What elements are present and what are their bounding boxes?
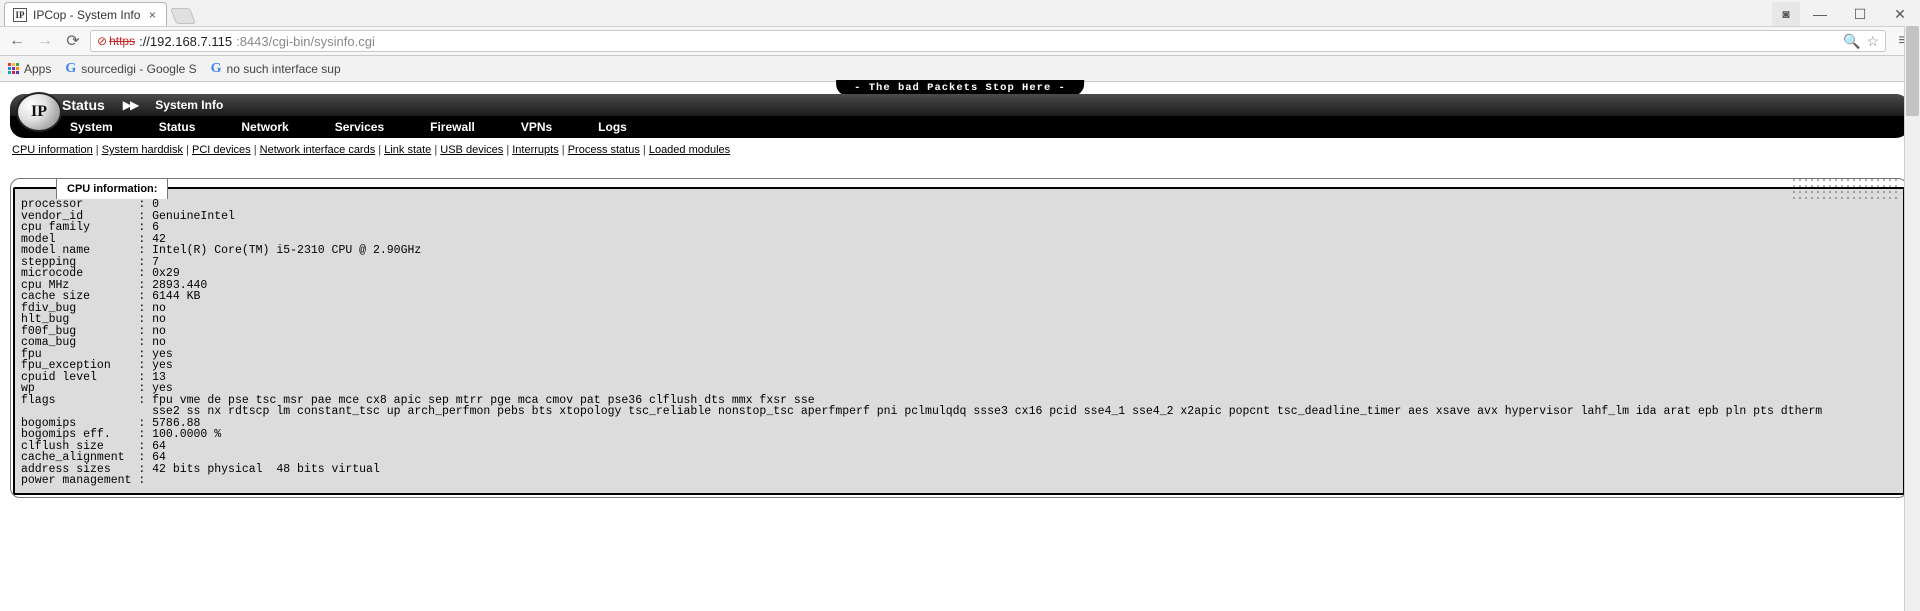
maximize-button[interactable]: ☐: [1840, 2, 1880, 26]
bookmark-star-icon[interactable]: ☆: [1866, 33, 1879, 50]
reload-button[interactable]: ⟳: [62, 30, 84, 52]
cpu-information-card: CPU information: processor : 0 vendor_id…: [10, 178, 1908, 498]
anchor-usb-devices[interactable]: USB devices: [440, 144, 503, 156]
apps-grid-icon: [8, 63, 19, 74]
window-controls: ◙ — ☐ ✕: [1772, 2, 1920, 26]
apps-button[interactable]: Apps: [8, 62, 51, 76]
back-button[interactable]: ←: [6, 30, 28, 52]
close-tab-icon[interactable]: ×: [146, 9, 158, 21]
scrollbar-thumb[interactable]: [1906, 26, 1919, 116]
bookmark-label-2: no such interface sup: [227, 62, 341, 76]
menu-network[interactable]: Network: [241, 120, 288, 134]
menu-services[interactable]: Services: [335, 120, 384, 134]
new-tab-button[interactable]: [170, 8, 196, 24]
vertical-scrollbar[interactable]: [1904, 26, 1920, 611]
address-bar[interactable]: ⊘https ://192.168.7.115 :8443/cgi-bin/sys…: [90, 30, 1886, 52]
menu-firewall[interactable]: Firewall: [430, 120, 475, 134]
favicon-icon: IP: [13, 8, 27, 22]
zoom-icon[interactable]: 🔍: [1843, 33, 1860, 50]
anchor-link-state[interactable]: Link state: [384, 144, 431, 156]
menu-logs[interactable]: Logs: [598, 120, 627, 134]
forward-button[interactable]: →: [34, 30, 56, 52]
apps-label: Apps: [24, 62, 51, 76]
decorative-dots-icon: [1791, 178, 1901, 203]
ipcop-logo-icon: IP: [16, 92, 62, 132]
bookmark-label-1: sourcedigi - Google S: [81, 62, 196, 76]
menu-vpns[interactable]: VPNs: [521, 120, 552, 134]
main-menu: System Status Network Services Firewall …: [10, 116, 1910, 138]
section-anchor-links: CPU information | System harddisk | PCI …: [0, 138, 1920, 160]
card-title: CPU information:: [56, 178, 168, 199]
minimize-button[interactable]: —: [1800, 2, 1840, 26]
anchor-pci-devices[interactable]: PCI devices: [192, 144, 251, 156]
google-g-icon: G: [65, 62, 76, 76]
url-host: ://192.168.7.115: [139, 34, 232, 49]
ssl-warning-icon: ⊘https: [97, 34, 135, 48]
url-path: :8443/cgi-bin/sysinfo.cgi: [236, 34, 375, 49]
menu-status[interactable]: Status: [159, 120, 196, 134]
user-icon[interactable]: ◙: [1772, 2, 1800, 26]
anchor-loaded-modules[interactable]: Loaded modules: [649, 144, 730, 156]
anchor-interrupts[interactable]: Interrupts: [512, 144, 558, 156]
page-sub-title: System Info: [155, 98, 223, 112]
google-g-icon: G: [211, 62, 222, 76]
url-protocol: https: [109, 34, 135, 48]
tab-title: IPCop - System Info: [33, 8, 140, 22]
anchor-cpu-information[interactable]: CPU information: [12, 144, 93, 156]
bookmark-item-1[interactable]: G sourcedigi - Google S: [65, 62, 196, 76]
page-header-bar: IP Status ▶▶ System Info: [10, 94, 1910, 116]
bookmark-item-2[interactable]: G no such interface sup: [211, 62, 341, 76]
anchor-system-harddisk[interactable]: System harddisk: [102, 144, 183, 156]
browser-tab-active[interactable]: IP IPCop - System Info ×: [4, 2, 167, 26]
tab-strip: IP IPCop - System Info ×: [0, 0, 193, 26]
page-area-title: Status: [62, 97, 105, 113]
close-window-button[interactable]: ✕: [1880, 2, 1920, 26]
menu-system[interactable]: System: [70, 120, 113, 134]
browser-titlebar: IP IPCop - System Info × ◙ — ☐ ✕: [0, 0, 1920, 26]
cpu-info-text: processor : 0 vendor_id : GenuineIntel c…: [15, 189, 1903, 493]
page-content: - The bad Packets Stop Here - IP Status …: [0, 82, 1920, 498]
bookmarks-bar: Apps G sourcedigi - Google S G no such i…: [0, 56, 1920, 82]
anchor-process-status[interactable]: Process status: [568, 144, 640, 156]
browser-toolbar: ← → ⟳ ⊘https ://192.168.7.115 :8443/cgi-b…: [0, 26, 1920, 56]
anchor-network-interface-cards[interactable]: Network interface cards: [260, 144, 376, 156]
fast-forward-icon: ▶▶: [123, 98, 137, 112]
